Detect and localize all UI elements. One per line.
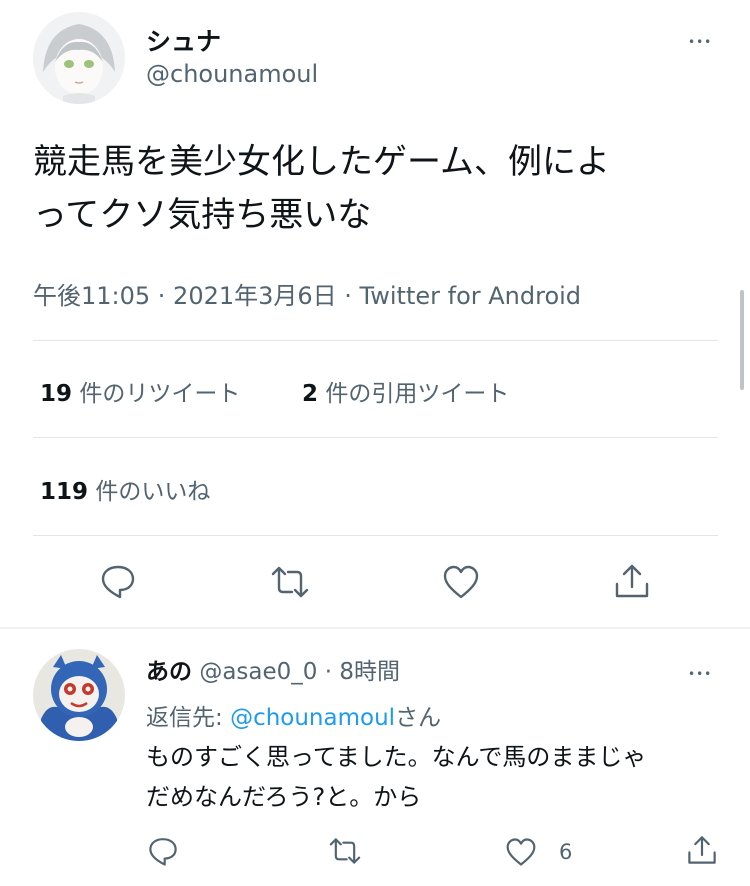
tweet-text: 競走馬を美少女化したゲーム、例によ ってクソ気持ち悪いな [33, 136, 723, 242]
more-icon: ••• [688, 667, 713, 681]
divider [33, 340, 718, 341]
divider [33, 437, 718, 438]
tweet-text-line: ってクソ気持ち悪いな [33, 195, 372, 235]
replying-to: 返信先: @chounamoulさん [146, 698, 441, 732]
likes-label: 件のいいね [95, 479, 211, 505]
reply-reply-button[interactable] [147, 835, 179, 867]
quotes-count: 2 [302, 381, 319, 407]
reply-author-handle[interactable]: @asae0_0 [199, 659, 317, 685]
reply-button[interactable] [99, 562, 137, 600]
retweets-count: 19 [40, 381, 73, 407]
scrollbar[interactable] [740, 290, 744, 390]
replying-to-suffix: さん [395, 705, 442, 731]
tweet-meta[interactable]: 午後11:05 · 2021年3月6日 · Twitter for Androi… [33, 276, 581, 311]
reply-like-count: 6 [559, 840, 573, 864]
reply-icon [101, 565, 135, 599]
author-handle[interactable]: @chounamoul [146, 60, 318, 88]
retweet-icon [329, 838, 361, 864]
likes-count: 119 [40, 479, 89, 505]
share-icon [615, 564, 649, 598]
reply-retweet-button[interactable] [328, 836, 362, 866]
quotes-stat[interactable]: 2 件の引用ツイート [302, 374, 509, 408]
share-icon [688, 836, 716, 864]
replying-to-prefix: 返信先: [146, 705, 223, 731]
likes-stat[interactable]: 119 件のいいね [40, 472, 210, 506]
reply-text: ものすごく思ってました。なんで馬のままじゃ だめなんだろう?と。から [146, 737, 736, 817]
like-button[interactable] [442, 564, 480, 600]
divider [33, 535, 718, 536]
more-icon: ••• [688, 35, 713, 49]
reply-text-line: だめなんだろう?と。から [146, 783, 422, 811]
retweets-label: 件のリツイート [79, 381, 241, 407]
reply-time[interactable]: 8時間 [339, 659, 400, 685]
like-icon [506, 838, 536, 866]
section-separator [0, 627, 750, 629]
tweet-text-line: 競走馬を美少女化したゲーム、例によ [33, 142, 610, 182]
quotes-label: 件の引用ツイート [325, 381, 510, 407]
author-avatar[interactable] [33, 12, 125, 104]
retweets-stat[interactable]: 19 件のリツイート [40, 374, 240, 408]
share-button[interactable] [613, 562, 651, 600]
reply-author-display-name[interactable]: あの [146, 659, 192, 685]
reply-text-line: ものすごく思ってました。なんで馬のままじゃ [146, 743, 647, 771]
reply-author-avatar[interactable] [33, 649, 125, 741]
tweet-more-button[interactable]: ••• [688, 28, 718, 49]
reply-header: あの @asae0_0 · 8時間 [146, 652, 400, 686]
reply-share-button[interactable] [686, 834, 718, 866]
like-icon [443, 565, 479, 599]
reply-icon [149, 838, 177, 866]
retweet-button[interactable] [270, 564, 310, 600]
reply-like-button[interactable]: 6 [505, 837, 572, 867]
reply-separator: · [324, 659, 333, 685]
replying-to-handle[interactable]: @chounamoul [230, 705, 395, 731]
author-display-name[interactable]: シュナ [146, 22, 221, 58]
reply-more-button[interactable]: ••• [688, 660, 718, 681]
retweet-icon [271, 566, 309, 598]
